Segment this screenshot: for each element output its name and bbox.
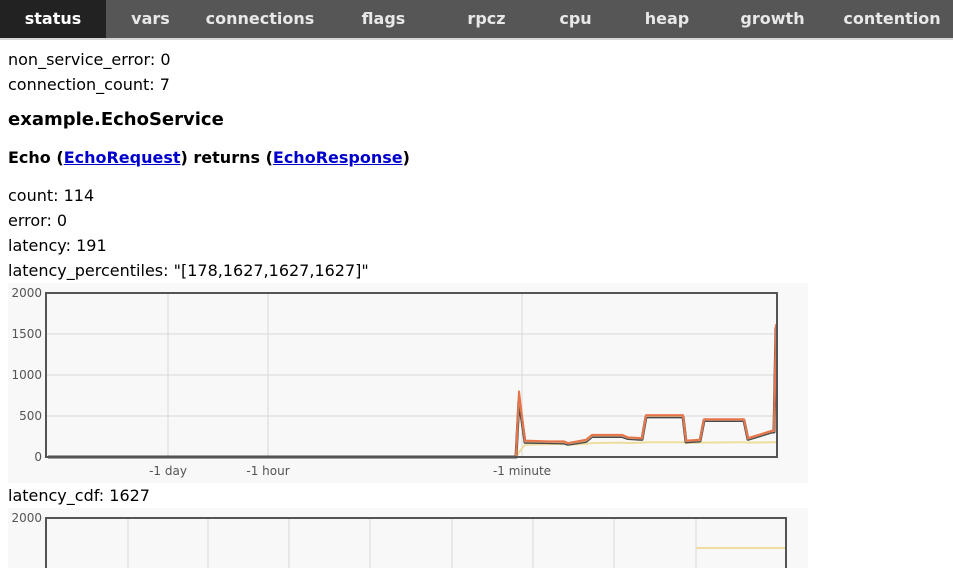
connection-count-stat: connection_count: 7 bbox=[8, 75, 170, 94]
tab-flags[interactable]: flags bbox=[325, 0, 442, 38]
tab-contention[interactable]: contention bbox=[831, 0, 953, 38]
y-tick-label: 2000 bbox=[11, 286, 42, 300]
cdf-plot-area bbox=[46, 518, 786, 568]
tab-heap[interactable]: heap bbox=[620, 0, 714, 38]
latency-percentiles-chart: 0 500 1000 1500 2000 -1 day -1 hour -1 minute bbox=[8, 283, 808, 483]
tab-connections[interactable]: connections bbox=[195, 0, 325, 38]
tab-rpcz[interactable]: rpcz bbox=[442, 0, 531, 38]
count-stat: count: 114 bbox=[8, 186, 95, 205]
method-close: ) bbox=[402, 148, 410, 167]
error-stat: error: 0 bbox=[8, 211, 68, 230]
cdf-y-tick-label: 2000 bbox=[11, 511, 42, 525]
x-tick-label: -1 hour bbox=[246, 464, 289, 478]
latency-percentiles-plot: 0 500 1000 1500 2000 -1 day -1 hour -1 minute bbox=[11, 286, 778, 478]
non-service-error-stat: non_service_error: 0 bbox=[8, 50, 171, 69]
tab-status[interactable]: status bbox=[0, 0, 106, 38]
latency-stat: latency: 191 bbox=[8, 236, 107, 255]
tab-growth[interactable]: growth bbox=[714, 0, 831, 38]
y-tick-label: 500 bbox=[19, 409, 42, 423]
x-tick-label: -1 day bbox=[149, 464, 187, 478]
y-tick-label: 0 bbox=[34, 450, 42, 464]
status-content: non_service_error: 0 connection_count: 7… bbox=[0, 40, 953, 568]
service-title: example.EchoService bbox=[8, 109, 224, 130]
latency-cdf-stat: latency_cdf: 1627 bbox=[8, 486, 150, 505]
latency-cdf-plot: 2000 bbox=[11, 511, 787, 568]
method-name: Echo ( bbox=[8, 148, 64, 167]
y-tick-label: 1500 bbox=[11, 327, 42, 341]
echo-request-link[interactable]: EchoRequest bbox=[64, 148, 181, 167]
echo-response-link[interactable]: EchoResponse bbox=[273, 148, 403, 167]
nav-tabs: status vars connections flags rpcz cpu h… bbox=[0, 0, 953, 40]
latency-cdf-chart: 2000 bbox=[8, 508, 808, 568]
method-returns: ) returns ( bbox=[180, 148, 273, 167]
y-tick-label: 1000 bbox=[11, 368, 42, 382]
method-signature: Echo (EchoRequest) returns (EchoResponse… bbox=[8, 145, 945, 170]
x-tick-label: -1 minute bbox=[493, 464, 551, 478]
tab-cpu[interactable]: cpu bbox=[531, 0, 620, 38]
latency-percentiles-stat: latency_percentiles: "[178,1627,1627,162… bbox=[8, 261, 369, 280]
tab-vars[interactable]: vars bbox=[106, 0, 195, 38]
